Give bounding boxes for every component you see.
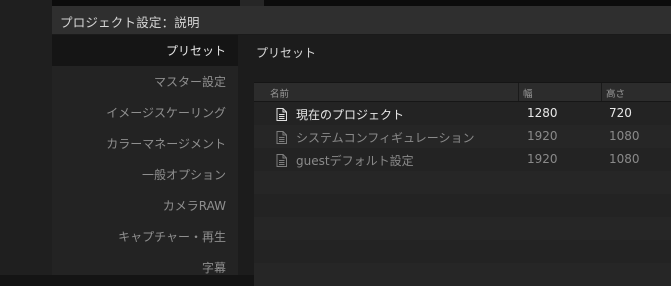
dialog-title: プロジェクト設定：説明 [60,15,200,30]
sidebar-item-color-management[interactable]: カラーマネージメント [52,128,238,159]
presets-panel: プリセット 名前 幅 高さ 現在のプロジェクト 1280 720 システムコンフ… [238,35,671,286]
sidebar-item-capture-playback[interactable]: キャプチャー・再生 [52,221,238,252]
document-icon [276,152,287,171]
sidebar-item-label: プリセット [165,44,226,58]
preset-width: 1280 [527,106,558,120]
dialog-titlebar[interactable]: プロジェクト設定：説明 [52,6,671,35]
sidebar-item-label: イメージスケーリング [106,106,226,120]
table-row[interactable]: guestデフォルト設定 1920 1080 [254,148,671,171]
sidebar-item-label: 一般オプション [141,168,226,182]
project-settings-dialog: プロジェクト設定：説明 プリセット マスター設定 イメージスケーリング カラーマ… [52,6,671,286]
column-header-name[interactable]: 名前 [270,86,289,100]
sidebar-item-label: マスター設定 [153,75,226,89]
preset-width: 1920 [527,152,558,166]
column-divider[interactable] [601,83,602,101]
sidebar-item-image-scaling[interactable]: イメージスケーリング [52,97,238,128]
sidebar-item-label: 字幕 [201,261,226,275]
preset-height: 1080 [609,152,640,166]
empty-row [254,217,671,240]
table-row[interactable]: システムコンフィギュレーション 1920 1080 [254,125,671,148]
sidebar-item-general-options[interactable]: 一般オプション [52,159,238,190]
preset-width: 1920 [527,129,558,143]
settings-sidebar: プリセット マスター設定 イメージスケーリング カラーマネージメント 一般オプシ… [52,35,238,275]
background-panel [0,0,52,275]
document-icon [276,129,287,148]
column-header-height[interactable]: 高さ [606,86,625,100]
table-header: 名前 幅 高さ [254,83,671,102]
preset-name: システムコンフィギュレーション [296,131,475,145]
sidebar-item-subtitles[interactable]: 字幕 [52,252,238,283]
presets-table: 名前 幅 高さ 現在のプロジェクト 1280 720 システムコンフィギュレーシ… [254,82,671,286]
preset-height: 1080 [609,129,640,143]
sidebar-item-label: カラーマネージメント [106,137,226,151]
table-row[interactable]: 現在のプロジェクト 1280 720 [254,102,671,125]
sidebar-item-label: キャプチャー・再生 [118,230,226,244]
sidebar-item-camera-raw[interactable]: カメラRAW [52,190,238,221]
preset-height: 720 [609,106,632,120]
column-divider[interactable] [518,83,519,101]
sidebar-item-master-settings[interactable]: マスター設定 [52,66,238,97]
section-title: プリセット [256,46,317,60]
column-header-width[interactable]: 幅 [523,86,533,100]
preset-name: guestデフォルト設定 [296,154,414,168]
empty-row [254,171,671,194]
sidebar-item-presets[interactable]: プリセット [52,35,238,66]
preset-name: 現在のプロジェクト [296,108,405,122]
sidebar-item-label: カメラRAW [162,199,226,213]
document-icon [276,106,287,125]
